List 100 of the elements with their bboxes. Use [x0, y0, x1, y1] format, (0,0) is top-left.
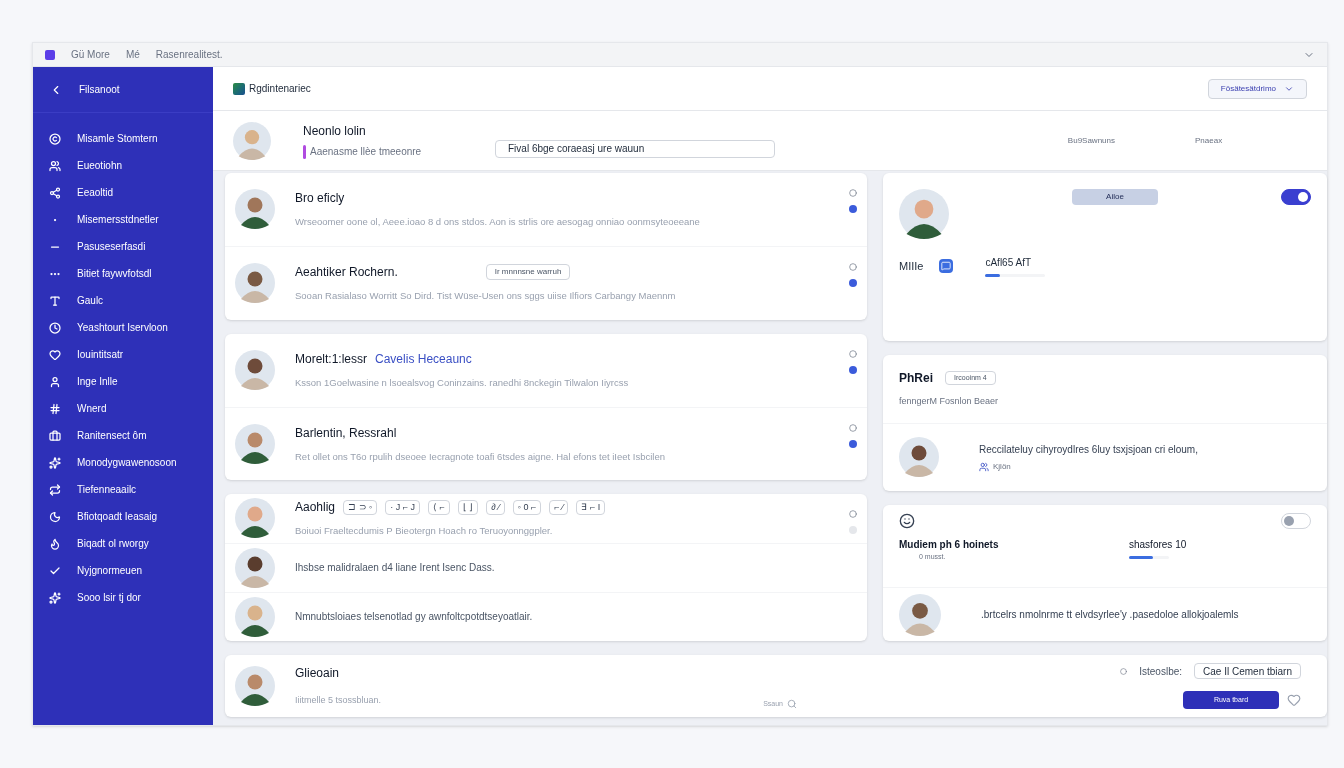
- people-icon: [979, 461, 989, 472]
- status-icon: [849, 423, 857, 432]
- menu-icon: [49, 375, 61, 388]
- avatar-icon: [235, 189, 275, 230]
- format-button[interactable]: ◦ 0 ⌐: [512, 499, 542, 516]
- avatar-icon: [235, 263, 275, 304]
- sidebar-item[interactable]: Biqadt ol rworgy: [33, 530, 213, 557]
- search-icon[interactable]: [787, 698, 797, 709]
- sidebar-item[interactable]: Inge Inlle: [33, 368, 213, 395]
- contact-name: Neonlo lolin: [303, 123, 367, 140]
- stat-label: cAfl65 AfT: [985, 256, 1033, 270]
- profile-label: MIIIe: [899, 258, 924, 274]
- avatar-icon: [235, 596, 275, 637]
- sidebar-item[interactable]: Sooo lsir tj dor: [33, 584, 213, 611]
- menu-icon: [49, 456, 61, 469]
- sidebar-item[interactable]: Tiefenneaailc: [33, 476, 213, 503]
- avatar-icon: [233, 121, 271, 160]
- avatar-icon: [235, 350, 275, 391]
- status-bar-icon: [303, 144, 306, 159]
- column-label: Bu9Sawnuns: [1067, 134, 1115, 147]
- menu-icon: [49, 159, 61, 172]
- message-preview: Wrseoomer oone ol, Aeee.ioao 8 d ons stdos. Aon is strlis ore aesogag onniao oonmsyteoeeane: [295, 215, 701, 230]
- sidebar-item[interactable]: Yeashtourt Iservloon: [33, 314, 213, 341]
- format-button[interactable]: ⟨ ⌐: [428, 499, 450, 516]
- column-label: Pnaeax: [1194, 134, 1224, 147]
- filter-field[interactable]: Cae Il Cemen tbiarn: [1194, 663, 1301, 679]
- message-preview: Ret ollet ons T6o rpulih dseoee Iecragnote toafi 6tsdes aigne. Hal efons tet iIeet Isbcilen: [295, 449, 667, 464]
- menu-icon: [49, 132, 61, 145]
- avatar-icon: [899, 189, 949, 239]
- avatar-icon: [235, 666, 275, 706]
- menu-icon: [49, 402, 61, 415]
- avatar-icon: [235, 547, 275, 588]
- contact-name: Barlentin, Ressrahl: [295, 424, 397, 442]
- menu-icon: [49, 483, 61, 496]
- page-title: Rgdintenariec: [249, 82, 311, 96]
- avatar-icon: [235, 423, 275, 464]
- sidebar-item[interactable]: Nyjgnormeuen: [33, 557, 213, 584]
- sidebar-item[interactable]: Iouintitsatr: [33, 341, 213, 368]
- title-tab[interactable]: Mé: [125, 47, 140, 62]
- menu-icon: [49, 348, 61, 361]
- sidebar-item[interactable]: Pasuseserfasdi: [33, 233, 213, 260]
- sidebar-item[interactable]: Misemersstdnetler: [33, 206, 213, 233]
- card-subtitle: fenngerM Fosnlon Beaer: [899, 395, 1000, 408]
- format-button[interactable]: ∂ ⁄: [486, 499, 505, 516]
- sidebar-item[interactable]: Eeaoltid: [33, 179, 213, 206]
- sidebar-item[interactable]: Monodygwawenosoon: [33, 449, 213, 476]
- contact-subtitle: Aaenasme llèe tmeeonre: [310, 145, 422, 159]
- window-title: Rasenrealitest.: [155, 48, 223, 62]
- quote-meta: Kjlön: [993, 460, 1011, 473]
- heart-icon[interactable]: [1287, 693, 1301, 707]
- stat-title: Mudiem ph 6 hoinets: [899, 538, 1000, 552]
- status-icon: [849, 510, 857, 519]
- message-field[interactable]: Fival 6bge coraeasj ure wauun: [495, 139, 775, 158]
- sidebar-item[interactable]: Ranitensect ôm: [33, 422, 213, 449]
- format-button[interactable]: ⊐ ⊃ ◦: [343, 499, 378, 516]
- contact-name: Bro eficly: [295, 190, 345, 208]
- contact-link[interactable]: Cavelis Heceaunc: [375, 349, 472, 368]
- menu-icon: [49, 321, 61, 334]
- card-title: PhRei: [899, 370, 933, 387]
- status-icon: [849, 189, 857, 197]
- action-button[interactable]: Ailoe: [1072, 189, 1158, 205]
- format-button[interactable]: ⌐ ⁄: [549, 499, 569, 516]
- sidebar-item[interactable]: Misamle Stomtern: [33, 125, 213, 152]
- sidebar-item[interactable]: Bfiotqoadt Ieasaig: [33, 503, 213, 530]
- tag-badge: Ir mnnnsne warruh: [485, 264, 571, 281]
- sidebar-item[interactable]: Eueotiohn: [33, 152, 213, 179]
- menu-icon: [49, 591, 61, 604]
- menu-icon: [49, 510, 61, 523]
- format-button[interactable]: ⌊ ⌋: [457, 499, 479, 516]
- format-button[interactable]: ∃ ⌐ I: [576, 499, 606, 516]
- sidebar-item[interactable]: Wnerd: [33, 395, 213, 422]
- filter-label: Isteoslbe:: [1139, 664, 1183, 679]
- menu-icon: [49, 186, 61, 199]
- message-preview: Iiitmelle 5 tsossbluan.: [295, 694, 382, 708]
- status-icon: [849, 349, 857, 358]
- message-preview: Boiuoi Fraeltecdumis P Bieotergn Hoach ro Teruoyonnggpler.: [295, 524, 554, 539]
- stat-value: shasfores 10: [1129, 538, 1187, 552]
- status-icon: [849, 262, 857, 271]
- menu-icon: [49, 429, 61, 442]
- status-icon: [1120, 667, 1128, 675]
- title-tab[interactable]: Gü More: [71, 47, 110, 62]
- contact-name: Morelt:1:lessr: [295, 350, 368, 368]
- message-text: Ihsbse malidralaen d4 liane Irent Isenc Dass.: [295, 561, 496, 576]
- message-preview: Ksson 1Goelwasine n lsoealsvog Coninzains. ranedhi 8nckegin Tilwalon Iiyrcss: [295, 375, 630, 390]
- avatar-icon: [235, 498, 275, 539]
- sidebar-item[interactable]: Bitiet faywvfotsdl: [33, 260, 213, 287]
- quote-text: Reccilateluy cihyroydlres 6luy tsxjsjoan cri eloum,: [979, 442, 1198, 457]
- sidebar-item[interactable]: Gaulc: [33, 287, 213, 314]
- emblem-icon: [899, 513, 915, 529]
- contact-name: Aeahtiker Rochern.: [295, 264, 398, 282]
- message-preview: Sooan Rasialaso Worritt So Dird. Tist Wüse-Usen ons sggs uiise Ilfiors Carbangy Maennm: [295, 289, 677, 304]
- format-button[interactable]: · J ⌐ J: [385, 499, 420, 516]
- view-dropdown[interactable]: Fösätesätdrimo: [1207, 78, 1307, 99]
- app-icon: [45, 49, 55, 60]
- avatar-icon: [899, 437, 939, 478]
- toggle-switch[interactable]: [1281, 189, 1311, 205]
- menu-icon: [49, 537, 61, 550]
- avatar-icon: [899, 593, 941, 636]
- message-text: Nmnubtsloiaes telsenotlad gy awnfoltcpotdtseyoatlair.: [295, 610, 534, 625]
- chat-icon[interactable]: [939, 259, 954, 273]
